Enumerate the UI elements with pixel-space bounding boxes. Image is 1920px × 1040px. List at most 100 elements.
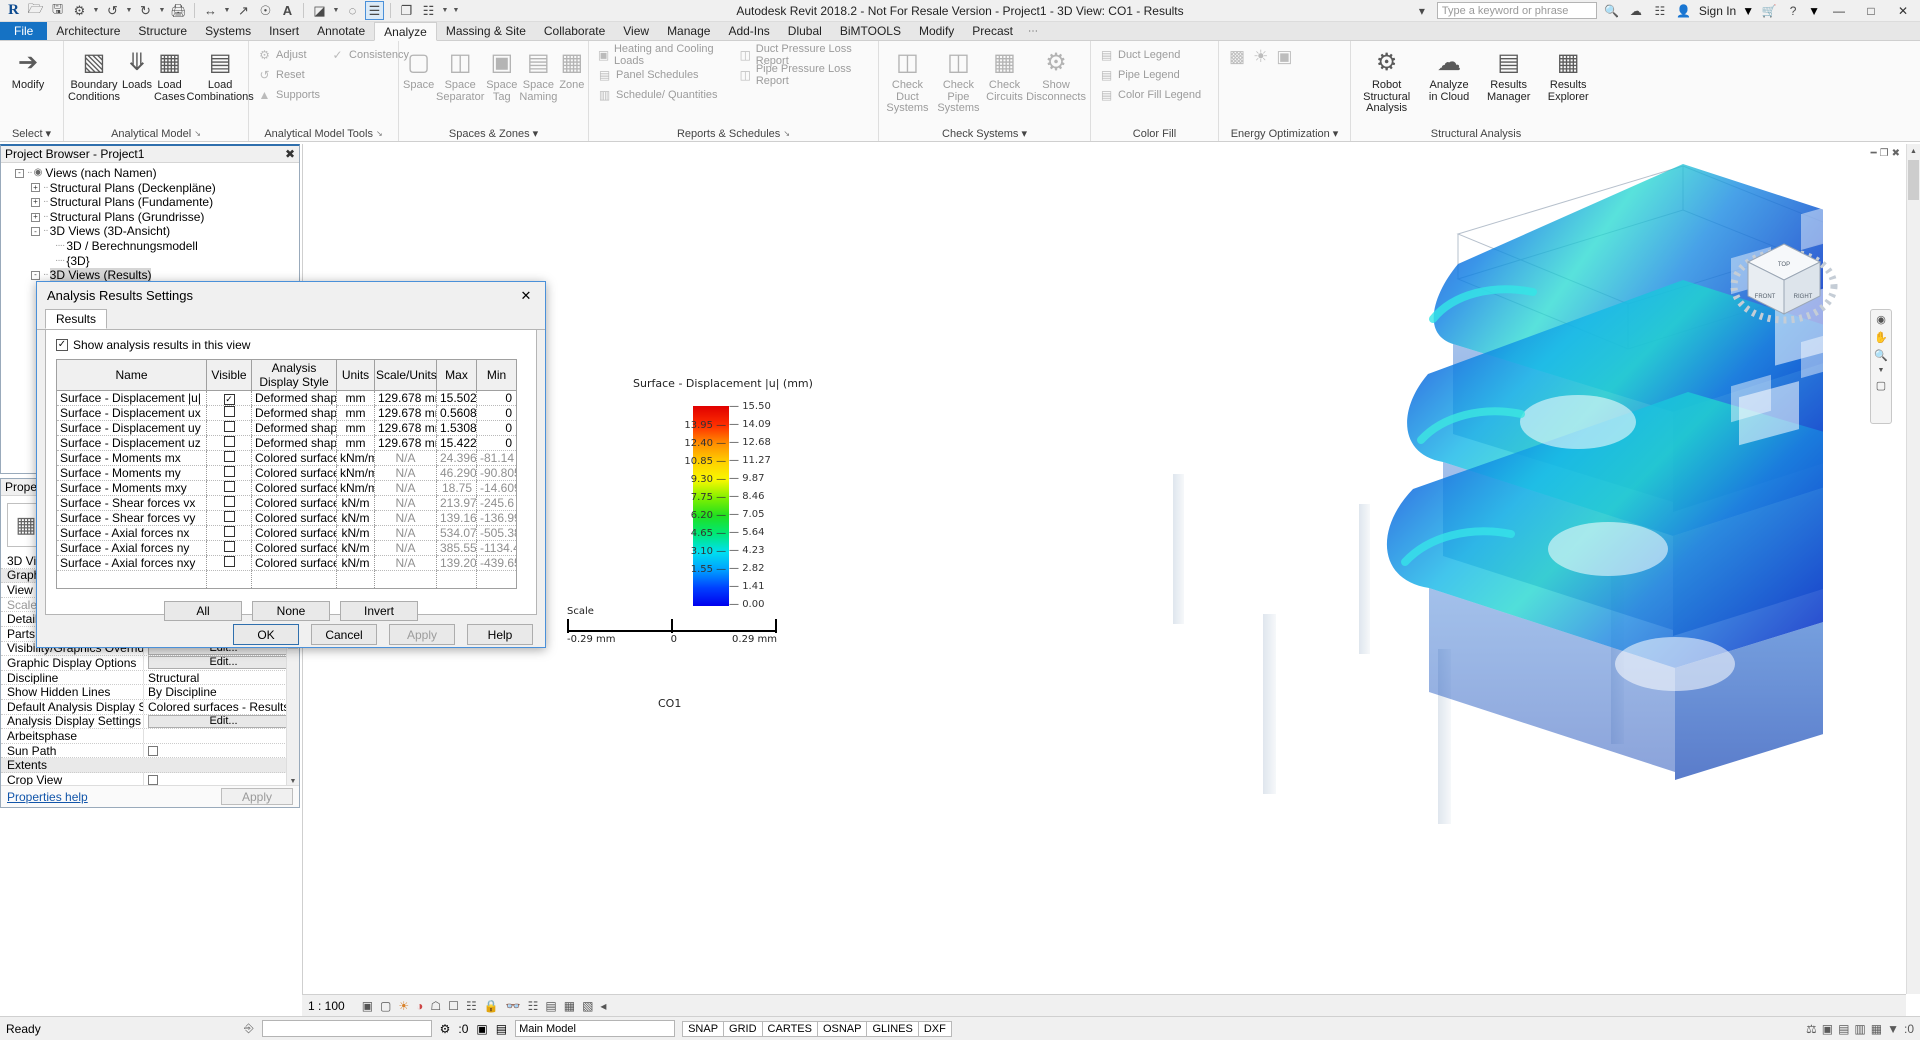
sun-path-checkbox[interactable] <box>148 746 158 756</box>
expand-collapse-icon[interactable]: + <box>31 213 40 222</box>
autodesk-360-icon[interactable]: ☁ <box>1627 2 1645 20</box>
temporary-hide-isolate-icon[interactable]: 👓 <box>506 999 521 1013</box>
column-header-max[interactable]: Max <box>437 360 477 391</box>
zoom-icon[interactable]: 🔍 <box>1874 349 1888 362</box>
ribbon-tab-bar[interactable]: File Architecture Structure Systems Inse… <box>0 22 1920 41</box>
redo-chevron-down-icon[interactable]: ▼ <box>158 7 166 14</box>
analyze-in-cloud-button[interactable]: ☁Analyze in Cloud <box>1420 43 1478 103</box>
tree-node-3d-berechnungsmodell[interactable]: ···· 3D / Berechnungsmodell <box>5 239 299 254</box>
qat-customize-chevron-icon[interactable]: ▼ <box>452 7 460 14</box>
modify-button[interactable]: ➔ Modify <box>4 43 52 92</box>
property-row-arbeitsphase[interactable]: Arbeitsphase <box>1 729 299 744</box>
analytical-model-expander-icon[interactable]: ↘ <box>194 129 201 138</box>
load-cases-button[interactable]: ▦ Load Cases <box>154 43 185 103</box>
measure-chevron-down-icon[interactable]: ▼ <box>223 7 231 14</box>
analytical-model-tools-expander-icon[interactable]: ↘ <box>376 129 383 138</box>
supports-button[interactable]: ▲Supports <box>253 85 324 104</box>
navigation-bar[interactable]: ◉ ✋ 🔍 ▼ ▢ <box>1870 309 1892 424</box>
load-combinations-button[interactable]: ▤ Load Combinations <box>187 43 253 103</box>
temporary-view-properties-icon[interactable]: ▤ <box>545 999 556 1013</box>
properties-apply-button[interactable]: Apply <box>221 788 293 805</box>
check-circuits-button[interactable]: ▦Check Circuits <box>985 43 1024 103</box>
spaces-zones-chevron-down-icon[interactable]: ▾ <box>533 127 539 140</box>
measure-icon[interactable]: ↔ <box>201 1 220 20</box>
3d-view-chevron-down-icon[interactable]: ▼ <box>332 7 340 14</box>
duct-legend-button[interactable]: ▤Duct Legend <box>1095 45 1205 64</box>
undo-chevron-down-icon[interactable]: ▼ <box>125 7 133 14</box>
analysis-results-table[interactable]: Name Visible Analysis Display Style Unit… <box>56 359 517 589</box>
exclude-options-icon[interactable]: ▤ <box>1838 1022 1849 1036</box>
aligned-dimension-icon[interactable]: ↗ <box>234 1 253 20</box>
graphic-display-options-edit-button[interactable]: Edit... <box>148 656 299 669</box>
tab-architecture[interactable]: Architecture <box>47 22 129 40</box>
status-filter-icon[interactable]: ▼ <box>1887 1022 1899 1036</box>
crop-view-checkbox[interactable] <box>148 775 158 785</box>
visible-checkbox[interactable] <box>224 526 235 537</box>
reset-button[interactable]: ↺Reset <box>253 65 324 84</box>
check-duct-systems-button[interactable]: ◫Check Duct Systems <box>883 43 932 115</box>
show-analysis-results-checkbox[interactable]: ✓ <box>56 339 68 351</box>
expand-collapse-icon[interactable]: - <box>31 227 40 236</box>
visible-checkbox[interactable] <box>224 421 235 432</box>
show-analytical-model-icon[interactable]: ▦ <box>564 999 575 1013</box>
robot-structural-analysis-button[interactable]: ⚙Robot Structural Analysis <box>1355 43 1418 115</box>
text-icon[interactable]: A <box>278 1 297 20</box>
selection-dropdown[interactable] <box>262 1020 432 1037</box>
visible-checkbox[interactable] <box>224 556 235 567</box>
worksets-icon[interactable]: ⚖ <box>1806 1022 1817 1036</box>
column-header-units[interactable]: Units <box>337 360 375 391</box>
select-all-button[interactable]: All <box>164 601 242 621</box>
app-store-icon[interactable]: ☷ <box>1651 2 1669 20</box>
space-separator-button[interactable]: ◫Space Separator <box>436 43 484 103</box>
property-row-show-hidden-lines[interactable]: Show Hidden LinesBy Discipline <box>1 685 299 700</box>
view-minimize-icon[interactable]: ━ <box>1871 148 1877 159</box>
tree-node-views[interactable]: - ··◉ Views (nach Namen) <box>5 166 299 181</box>
show-constraints-icon[interactable]: ▧ <box>582 999 593 1013</box>
sign-in-chevron-down-icon[interactable]: ▼ <box>1742 4 1754 18</box>
pipe-legend-button[interactable]: ▤Pipe Legend <box>1095 65 1205 84</box>
ok-button[interactable]: OK <box>233 624 299 645</box>
tab-modify[interactable]: Modify <box>910 22 963 40</box>
window-minimize-button[interactable]: — <box>1826 1 1852 21</box>
panel-schedules-button[interactable]: ▤Panel Schedules <box>593 65 733 84</box>
toggle-grid[interactable]: GRID <box>723 1021 763 1037</box>
toggle-osnap[interactable]: OSNAP <box>817 1021 868 1037</box>
close-hidden-windows-icon[interactable]: ❐ <box>397 1 416 20</box>
column-header-visible[interactable]: Visible <box>207 360 252 391</box>
cancel-button[interactable]: Cancel <box>311 624 377 645</box>
help-icon[interactable]: ? <box>1784 2 1802 20</box>
tab-systems[interactable]: Systems <box>196 22 260 40</box>
select-invert-button[interactable]: Invert <box>340 601 418 621</box>
thin-lines-icon[interactable]: ☰ <box>365 1 384 20</box>
visible-checkbox[interactable] <box>224 436 235 447</box>
model-view-icon[interactable]: ▣ <box>476 1022 487 1036</box>
window-restore-button[interactable]: □ <box>1858 1 1884 21</box>
tab-analyze[interactable]: Analyze <box>374 22 437 41</box>
energy-optimization-chevron-down-icon[interactable]: ▾ <box>1333 127 1339 140</box>
design-options-icon[interactable]: ▣ <box>1822 1022 1833 1036</box>
column-header-scale-units[interactable]: Scale/Units <box>375 360 437 391</box>
view-scale-label[interactable]: 1 : 100 <box>308 999 345 1013</box>
tab-manage[interactable]: Manage <box>658 22 719 40</box>
expand-collapse-icon[interactable]: - <box>31 271 40 280</box>
boundary-conditions-button[interactable]: ▧ Boundary Conditions <box>68 43 120 103</box>
view-restore-icon[interactable]: ❐ <box>1880 148 1889 159</box>
more-icon[interactable]: ◂ <box>600 999 606 1013</box>
filter-selection-icon[interactable]: ⚙ <box>440 1022 451 1036</box>
zoom-chevron-down-icon[interactable]: ▼ <box>1878 367 1885 374</box>
print-icon[interactable]: 🖨 <box>169 1 188 20</box>
zone-button[interactable]: ▦Zone <box>559 43 584 92</box>
view-cube[interactable]: TOP FRONT RIGHT <box>1724 226 1844 336</box>
window-close-button[interactable]: ✕ <box>1890 1 1916 21</box>
crop-view-icon[interactable]: ☐ <box>448 999 459 1013</box>
tab-dlubal[interactable]: Dlubal <box>779 22 831 40</box>
selection-buttons[interactable]: All None Invert <box>56 601 526 621</box>
view-close-icon[interactable]: ✖ <box>1892 148 1900 159</box>
tab-annotate[interactable]: Annotate <box>308 22 374 40</box>
visible-checkbox[interactable] <box>224 481 235 492</box>
save-icon[interactable]: 🖫 <box>48 1 67 20</box>
tree-node-3d-braces[interactable]: ···· {3D} <box>5 254 299 269</box>
expand-collapse-icon[interactable]: + <box>31 198 40 207</box>
check-systems-chevron-down-icon[interactable]: ▾ <box>1021 127 1027 140</box>
switch-windows-icon[interactable]: ☷ <box>419 1 438 20</box>
